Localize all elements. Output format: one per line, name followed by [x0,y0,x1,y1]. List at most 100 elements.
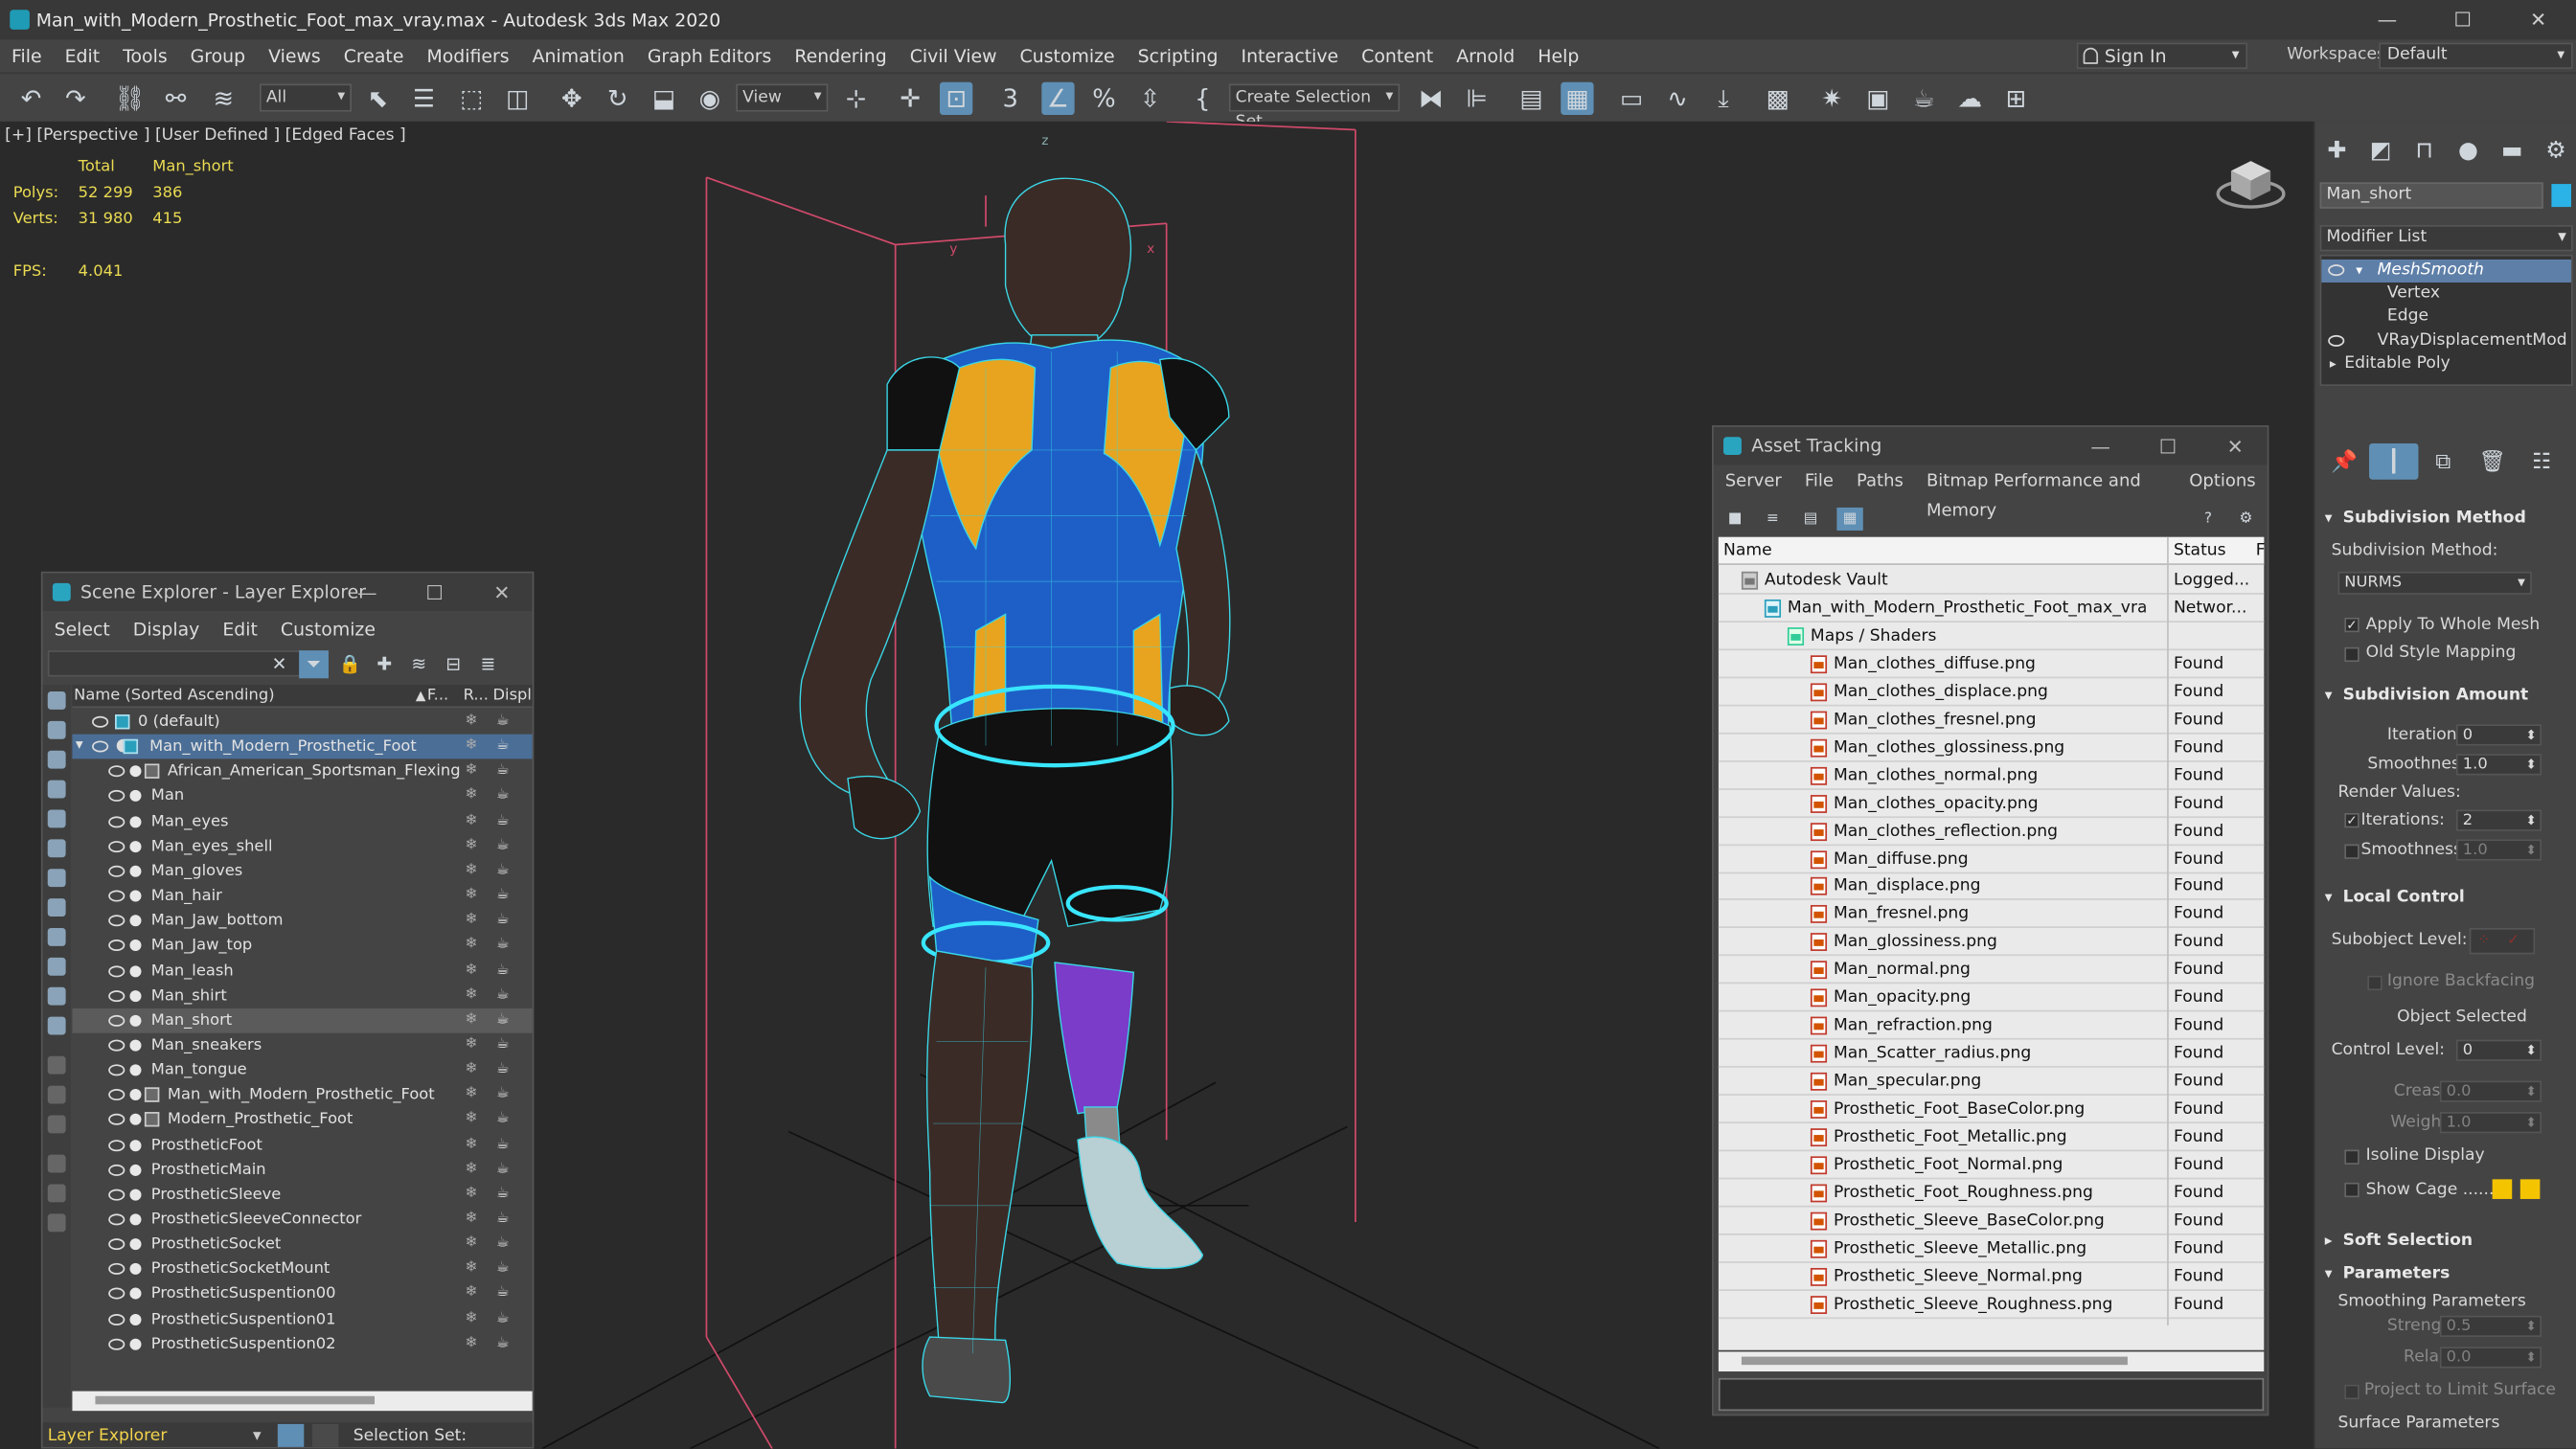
at-menu-file[interactable]: File [1793,466,1845,496]
lock-icon[interactable]: 🔒 [335,650,365,678]
rollout-header[interactable]: Soft Selection [2320,1229,2573,1255]
freeze-toggle-icon[interactable]: ❄ [465,1281,477,1306]
render-toggle-icon[interactable]: ☕ [496,1008,510,1033]
menu-customize[interactable]: Customize [1009,45,1127,66]
eye-icon[interactable] [108,1064,125,1076]
layer-explorer-icon[interactable]: ▦ [1561,81,1594,116]
scale-icon[interactable]: ⬓ [648,82,680,115]
object-dot-icon[interactable] [129,940,142,952]
eye-icon[interactable] [2328,264,2345,277]
asset-row[interactable]: Man_clothes_displace.png Found [1718,678,2265,707]
place-icon[interactable]: ◉ [694,82,726,115]
smoothness-spinner[interactable]: 1.0 [2455,754,2542,776]
menu-animation[interactable]: Animation [521,45,636,66]
render-smoothness-spinner[interactable]: 1.0 [2455,839,2542,861]
display-all-icon[interactable] [47,1055,66,1075]
render-smoothness-checkbox[interactable] [2344,844,2359,859]
project-limit-surface-checkbox[interactable] [2344,1384,2359,1400]
rollout-header[interactable]: Subdivision Method [2320,506,2573,532]
object-name-field[interactable]: Man_short [2319,182,2543,209]
ribbon-icon[interactable]: ▭ [1615,82,1648,115]
eye-icon[interactable] [108,765,125,778]
minimize-icon[interactable]: — [2349,0,2425,39]
object-dot-icon[interactable] [129,1338,142,1350]
scene-row[interactable]: Man_hair ❄ ☕ [72,884,532,909]
render-toggle-icon[interactable]: ☕ [496,784,510,809]
menu-civil-view[interactable]: Civil View [899,45,1009,66]
freeze-toggle-icon[interactable]: ❄ [465,710,477,735]
render-toggle-icon[interactable]: ☕ [496,809,510,834]
filter-icon[interactable]: ⏷ [299,650,329,679]
rendered-frame-icon[interactable]: ▣ [1861,82,1894,115]
render-toggle-icon[interactable]: ☕ [496,934,510,959]
select-object-icon[interactable]: ⬉ [361,82,394,115]
menu-help[interactable]: Help [1526,45,1590,66]
eye-icon[interactable] [108,964,125,977]
cage-color-swatch-a[interactable] [2492,1179,2513,1199]
selection-set-dropdown[interactable]: Create Selection Set [1228,83,1401,131]
layers-icon[interactable]: ≣ [473,650,503,678]
object-dot-icon[interactable] [129,989,142,1002]
stack-item-editable-poly[interactable]: ▸ Editable Poly [2321,353,2571,376]
freeze-toggle-icon[interactable]: ❄ [465,1033,477,1058]
weight-spinner[interactable]: 1.0 [2439,1112,2542,1134]
eye-icon[interactable] [108,1238,125,1251]
selection-filter-dropdown[interactable]: All [259,83,353,112]
render-toggle-icon[interactable]: ☕ [496,959,510,984]
freeze-toggle-icon[interactable]: ❄ [465,1008,477,1033]
scene-row[interactable]: Man_Jaw_bottom ❄ ☕ [72,909,532,934]
eye-icon[interactable] [108,865,125,877]
object-color-swatch[interactable] [2551,184,2571,208]
column-render-header[interactable]: R... [464,685,489,708]
unlink-icon[interactable]: ⚯ [159,82,192,115]
freeze-toggle-icon[interactable]: ❄ [465,759,477,784]
render-toggle-icon[interactable]: ☕ [496,735,510,759]
window-crossing-icon[interactable]: ◫ [501,82,534,115]
asset-row[interactable]: Man_Scatter_radius.png Found [1718,1040,2265,1068]
percent-snap-icon[interactable]: % [1087,82,1120,115]
asset-row[interactable]: Prosthetic_Sleeve_BaseColor.png Found [1718,1207,2265,1235]
viewcube-icon[interactable] [2215,151,2287,211]
configure-modifier-sets-icon[interactable]: ☷ [2517,443,2565,480]
viewport-label[interactable]: [+] [Perspective ] [User Defined ] [Edge… [5,126,406,145]
move-icon[interactable]: ✥ [556,82,588,115]
asset-row[interactable]: Man_clothes_diffuse.png Found [1718,650,2265,679]
object-dot-icon[interactable] [129,865,142,877]
render-toggle-icon[interactable]: ☕ [496,1208,510,1233]
crease-spinner[interactable]: 0.0 [2439,1080,2542,1102]
scene-row[interactable]: Man_eyes ❄ ☕ [72,809,532,834]
eye-icon[interactable] [108,1288,125,1301]
cage-color-swatch-b[interactable] [2519,1179,2541,1199]
column-display-header[interactable]: Displa [493,685,533,708]
render-toggle-icon[interactable]: ☕ [496,1232,510,1257]
list-view-icon[interactable]: ≡ [1760,508,1786,531]
scene-menu-customize[interactable]: Customize [269,616,387,645]
rollout-header[interactable]: Subdivision Amount [2320,683,2573,709]
pivot-center-icon[interactable]: ⊹ [839,82,872,115]
object-dot-icon[interactable] [129,765,142,778]
render-iterative-icon[interactable]: ☁ [1953,82,1986,115]
edge-level-icon[interactable]: ✓ [2507,933,2519,949]
asset-row[interactable]: Man_diffuse.png Found [1718,845,2265,873]
edit-named-selection-icon[interactable]: { [1186,82,1219,115]
asset-row[interactable]: Man_normal.png Found [1718,957,2265,985]
eye-icon[interactable] [2328,334,2345,347]
menu-content[interactable]: Content [1350,45,1445,66]
asset-row[interactable]: Man_fresnel.png Found [1718,900,2265,929]
display-xrefs-icon[interactable] [47,898,66,917]
asset-row[interactable]: Prosthetic_Foot_Metallic.png Found [1718,1123,2265,1152]
freeze-toggle-icon[interactable]: ❄ [465,984,477,1008]
eye-icon[interactable] [92,740,109,753]
object-dot-icon[interactable] [129,1189,142,1201]
scene-row[interactable]: Man_with_Modern_Prosthetic_Foot ❄ ☕ [72,1083,532,1108]
at-menu-options[interactable]: Options [2177,466,2267,496]
apply-whole-mesh-checkbox[interactable]: ✓ [2344,617,2359,633]
stack-item-vraydisplacementmod[interactable]: VRayDisplacementMod [2321,330,2571,353]
render-toggle-icon[interactable]: ☕ [496,834,510,859]
scene-row[interactable]: Man_Jaw_top ❄ ☕ [72,934,532,959]
display-children-icon[interactable] [47,1154,66,1173]
display-shapes-icon[interactable] [47,720,66,739]
eye-icon[interactable] [108,1189,125,1201]
vertex-level-icon[interactable]: ⁘ [2477,933,2490,949]
eye-icon[interactable] [108,1014,125,1027]
